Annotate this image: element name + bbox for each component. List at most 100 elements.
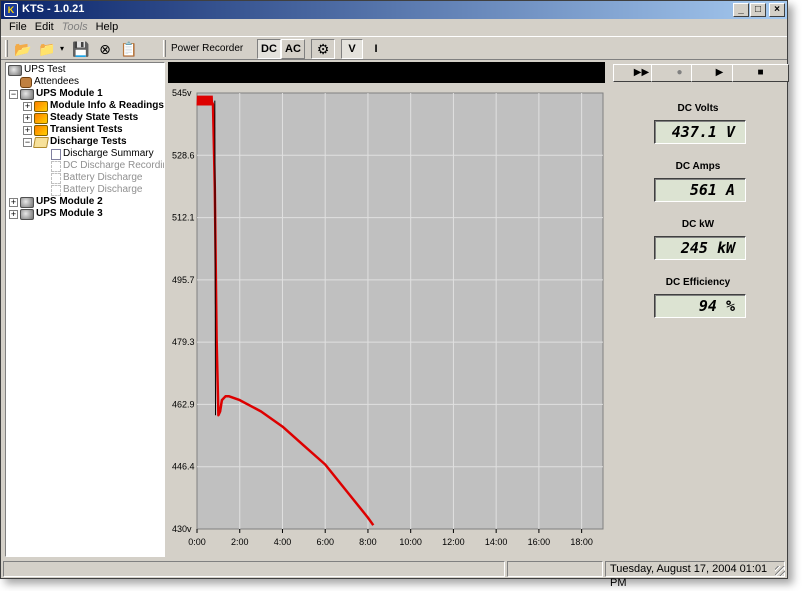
save-icon[interactable]: 💾 bbox=[71, 40, 91, 58]
tree-item-label: UPS Module 1 bbox=[36, 88, 103, 99]
tree-item-label: Battery Discharge bbox=[63, 184, 143, 195]
tree-item-module-info[interactable]: + Module Info & Readings bbox=[23, 100, 164, 112]
tree-item-label: Transient Tests bbox=[50, 124, 123, 135]
tree-item-battery-discharge-2[interactable]: Battery Discharge bbox=[51, 184, 142, 196]
x-tick-label: 18:00 bbox=[570, 537, 593, 547]
stop-icon[interactable]: ⊗ bbox=[95, 40, 115, 58]
minimize-button[interactable]: _ bbox=[733, 3, 749, 17]
y-tick-label: 495.7 bbox=[172, 275, 195, 285]
tree-item-ups-module-3[interactable]: + UPS Module 3 bbox=[9, 208, 103, 220]
status-pane-middle bbox=[507, 561, 603, 577]
tree-item-discharge-summary[interactable]: Discharge Summary bbox=[51, 148, 154, 160]
test-folder-icon bbox=[34, 100, 48, 112]
menu-file[interactable]: File bbox=[5, 19, 31, 36]
dc-kw-display: 245 kW bbox=[654, 236, 746, 260]
dc-toggle[interactable]: DC bbox=[257, 39, 281, 59]
tree-item-ups-test[interactable]: UPS Test bbox=[8, 64, 66, 76]
ac-toggle[interactable]: AC bbox=[281, 39, 305, 59]
module-icon bbox=[20, 196, 34, 208]
x-tick-label: 2:00 bbox=[231, 537, 249, 547]
new-icon[interactable]: 📂 bbox=[13, 40, 33, 58]
test-folder-icon bbox=[34, 112, 48, 124]
y-tick-label: 528.6 bbox=[172, 150, 195, 160]
toolbar: 📂 📁 ▾ 💾 ⊗ 📋 Power Recorder DC AC ⚙ V I bbox=[1, 36, 787, 60]
toolbar-grip[interactable] bbox=[5, 40, 8, 57]
stop-square-icon: ■ bbox=[757, 67, 764, 78]
discharge-chart[interactable]: 0:00 2:00 4:00 6:00 8:00 10:00 12:00 14:00 16:00… bbox=[167, 85, 605, 557]
test-folder-icon bbox=[34, 124, 48, 136]
menu-tools[interactable]: Tools bbox=[58, 19, 92, 36]
collapse-icon[interactable]: − bbox=[9, 89, 18, 99]
tree-item-label: DC Discharge Recording bbox=[63, 160, 165, 171]
settings-icon[interactable]: ⚙ bbox=[311, 39, 335, 59]
tree-item-battery-discharge-1[interactable]: Battery Discharge bbox=[51, 172, 142, 184]
dc-amps-label: DC Amps bbox=[675, 161, 721, 172]
toolbar-grip-2[interactable] bbox=[163, 40, 166, 57]
tree-item-ups-module-2[interactable]: + UPS Module 2 bbox=[9, 196, 103, 208]
tree-item-label: UPS Module 3 bbox=[36, 208, 103, 219]
expand-icon[interactable]: + bbox=[23, 113, 32, 123]
expand-icon[interactable]: + bbox=[9, 197, 18, 207]
y-tick-label: 512.1 bbox=[172, 213, 195, 223]
window-title: KTS - 1.0.21 bbox=[22, 3, 85, 15]
stop-button[interactable]: ■ bbox=[732, 64, 789, 82]
expand-icon[interactable]: + bbox=[23, 125, 32, 135]
status-datetime: Tuesday, August 17, 2004 01:01 PM bbox=[605, 561, 785, 589]
y-tick-label: 479.3 bbox=[172, 337, 195, 347]
y-tick-label: 462.9 bbox=[172, 399, 195, 409]
menu-help[interactable]: Help bbox=[92, 19, 123, 36]
x-tick-label: 10:00 bbox=[399, 537, 422, 547]
tree-item-ups-module-1[interactable]: − UPS Module 1 bbox=[9, 88, 103, 100]
waveform-icon bbox=[51, 172, 61, 184]
waveform-icon bbox=[51, 160, 61, 172]
chart-header-bar bbox=[168, 62, 605, 83]
power-recorder-label: Power Recorder bbox=[171, 43, 244, 54]
resize-grip[interactable] bbox=[775, 566, 785, 576]
status-pane-main bbox=[3, 561, 505, 577]
close-button[interactable]: × bbox=[769, 3, 785, 17]
expand-icon[interactable]: + bbox=[23, 101, 32, 111]
voltage-toggle[interactable]: V bbox=[341, 39, 363, 59]
plot-area bbox=[196, 92, 604, 530]
y-tick-label: 446.4 bbox=[172, 462, 195, 472]
kts-logo-icon: K bbox=[4, 3, 18, 17]
open-icon[interactable]: 📁 bbox=[37, 40, 57, 58]
ups-test-icon bbox=[8, 64, 22, 76]
x-tick-label: 6:00 bbox=[316, 537, 334, 547]
tree-item-label: Module Info & Readings bbox=[50, 100, 164, 111]
report-icon[interactable]: 📋 bbox=[119, 40, 139, 58]
tree-item-discharge-tests[interactable]: − Discharge Tests bbox=[23, 136, 127, 148]
maximize-button[interactable]: □ bbox=[750, 3, 766, 17]
menu-edit[interactable]: Edit bbox=[31, 19, 58, 36]
x-tick-label: 16:00 bbox=[528, 537, 551, 547]
initial-ripple-trace bbox=[196, 95, 214, 106]
y-tick-label: 545v bbox=[172, 88, 192, 98]
tree-item-transient[interactable]: + Transient Tests bbox=[23, 124, 123, 136]
collapse-icon[interactable]: − bbox=[23, 137, 32, 147]
tree-item-label: UPS Module 2 bbox=[36, 196, 103, 207]
dc-volts-display: 437.1 V bbox=[654, 120, 746, 144]
x-tick-label: 12:00 bbox=[442, 537, 465, 547]
expand-icon[interactable]: + bbox=[9, 209, 18, 219]
status-bar: Tuesday, August 17, 2004 01:01 PM bbox=[1, 560, 787, 589]
play-icon: ▶ bbox=[715, 67, 724, 78]
tree-item-attendees[interactable]: Attendees bbox=[20, 76, 79, 88]
tree-item-dc-discharge-recording[interactable]: DC Discharge Recording bbox=[51, 160, 165, 172]
module-icon bbox=[20, 88, 34, 100]
dc-efficiency-label: DC Efficiency bbox=[665, 277, 731, 288]
main-window: K KTS - 1.0.21 _ □ × File Edit Tools Hel… bbox=[0, 0, 789, 589]
x-tick-label: 8:00 bbox=[359, 537, 377, 547]
dropdown-arrow-icon[interactable]: ▾ bbox=[57, 40, 67, 58]
menu-bar: File Edit Tools Help bbox=[1, 19, 787, 36]
current-toggle[interactable]: I bbox=[367, 39, 385, 59]
tree-item-label: Steady State Tests bbox=[50, 112, 139, 123]
y-tick-label: 430v bbox=[172, 524, 192, 534]
dc-kw-label: DC kW bbox=[681, 219, 715, 230]
module-icon bbox=[20, 208, 34, 220]
tree-item-label: Attendees bbox=[34, 76, 80, 87]
tree-item-steady-state[interactable]: + Steady State Tests bbox=[23, 112, 138, 124]
tree-item-label: Battery Discharge bbox=[63, 172, 143, 183]
chart-svg: 0:00 2:00 4:00 6:00 8:00 10:00 12:00 14:00 16:00… bbox=[167, 85, 605, 557]
title-bar: K KTS - 1.0.21 _ □ × bbox=[1, 1, 787, 19]
transition-line bbox=[214, 100, 217, 416]
